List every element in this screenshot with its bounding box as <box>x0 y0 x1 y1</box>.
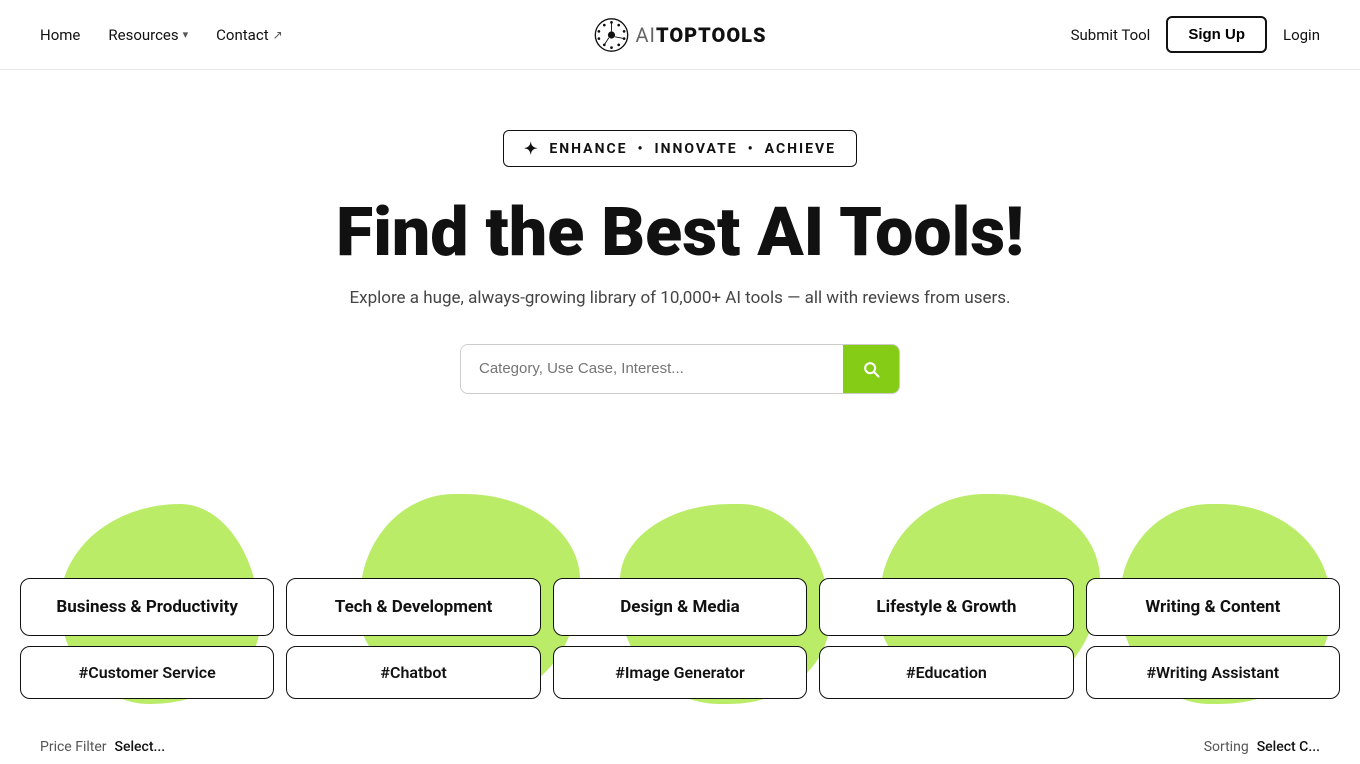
star-icon: ✦ <box>524 139 539 158</box>
nav-resources[interactable]: Resources ▾ <box>108 26 188 44</box>
logo-text: AITOPTOOLS <box>636 23 767 47</box>
signup-button[interactable]: Sign Up <box>1166 16 1267 53</box>
login-link[interactable]: Login <box>1283 26 1320 44</box>
search-button[interactable] <box>843 345 899 393</box>
nav-home[interactable]: Home <box>40 26 80 44</box>
submit-tool-link[interactable]: Submit Tool <box>1071 26 1151 44</box>
sorting-value[interactable]: Select C... <box>1257 739 1320 755</box>
bottom-bar: Price Filter Select... Sorting Select C.… <box>0 723 1360 755</box>
badge-word3: ACHIEVE <box>765 141 836 157</box>
tag-card-chatbot[interactable]: #Chatbot <box>286 646 540 699</box>
tag-card-education[interactable]: #Education <box>819 646 1073 699</box>
search-bar <box>460 344 900 394</box>
category-card-lifestyle[interactable]: Lifestyle & Growth <box>819 578 1073 636</box>
nav-left: Home Resources ▾ Contact ↗ <box>40 26 283 44</box>
logo-icon <box>594 17 630 53</box>
price-filter-area: Price Filter Select... <box>40 739 165 755</box>
tag-card-writing-assistant[interactable]: #Writing Assistant <box>1086 646 1340 699</box>
tag-cards-row: #Customer Service #Chatbot #Image Genera… <box>14 642 1346 703</box>
cards-wrapper: Business & Productivity Tech & Developme… <box>0 454 1360 703</box>
category-card-tech[interactable]: Tech & Development <box>286 578 540 636</box>
price-filter-value[interactable]: Select... <box>115 739 166 755</box>
site-logo[interactable]: AITOPTOOLS <box>594 17 767 53</box>
chevron-down-icon: ▾ <box>183 28 189 41</box>
badge-word2: INNOVATE <box>655 141 738 157</box>
category-card-business[interactable]: Business & Productivity <box>20 578 274 636</box>
hero-title: Find the Best AI Tools! <box>336 195 1024 270</box>
tag-card-customer-service[interactable]: #Customer Service <box>20 646 274 699</box>
hero-subtitle: Explore a huge, always-growing library o… <box>349 288 1010 308</box>
tag-card-image-generator[interactable]: #Image Generator <box>553 646 807 699</box>
navbar: Home Resources ▾ Contact ↗ <box>0 0 1360 70</box>
categories-section: Business & Productivity Tech & Developme… <box>0 454 1360 723</box>
hero-section: ✦ ENHANCE • INNOVATE • ACHIEVE Find the … <box>0 70 1360 454</box>
category-card-design[interactable]: Design & Media <box>553 578 807 636</box>
badge-dot2: • <box>748 141 755 157</box>
category-card-writing[interactable]: Writing & Content <box>1086 578 1340 636</box>
search-icon <box>861 359 881 379</box>
external-link-icon: ↗ <box>273 28 283 42</box>
nav-right: Submit Tool Sign Up Login <box>1071 16 1320 53</box>
price-filter-label: Price Filter <box>40 739 107 755</box>
badge-dot1: • <box>638 141 645 157</box>
category-cards-row: Business & Productivity Tech & Developme… <box>14 574 1346 640</box>
badge-word1: ENHANCE <box>549 141 627 157</box>
sorting-label: Sorting <box>1204 739 1249 755</box>
search-input[interactable] <box>461 346 843 391</box>
sorting-area: Sorting Select C... <box>1204 739 1320 755</box>
nav-contact[interactable]: Contact ↗ <box>216 26 283 44</box>
hero-badge: ✦ ENHANCE • INNOVATE • ACHIEVE <box>503 130 857 167</box>
